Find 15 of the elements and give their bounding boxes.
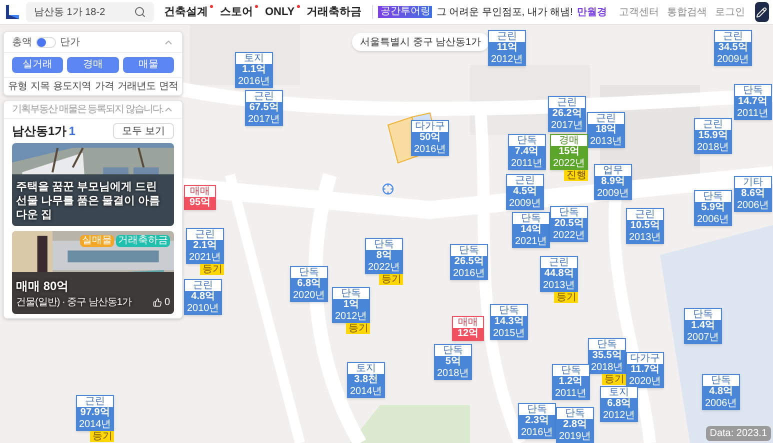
- banner-highlight[interactable]: 만월경: [576, 4, 607, 20]
- nav-link[interactable]: 스토어: [220, 4, 257, 20]
- header-link[interactable]: 고객센터: [618, 4, 659, 20]
- nav-link[interactable]: 거래축하금: [306, 4, 366, 20]
- search-field[interactable]: 남산동 1가 18-2: [26, 2, 154, 22]
- banner-text[interactable]: 그 어려운 무인점포, 내가 해냄!: [436, 4, 573, 20]
- nav-link[interactable]: 건축설계: [164, 4, 212, 20]
- nav-link[interactable]: ONLY: [265, 4, 299, 20]
- search-icon[interactable]: [134, 6, 146, 18]
- logo-icon[interactable]: [4, 4, 20, 20]
- header-link[interactable]: 로그인: [714, 4, 745, 20]
- header-link[interactable]: 통합검색: [666, 4, 707, 20]
- write-button[interactable]: [754, 2, 769, 22]
- pencil-icon: [756, 6, 768, 18]
- banner-badge: 공간투어링: [378, 6, 432, 18]
